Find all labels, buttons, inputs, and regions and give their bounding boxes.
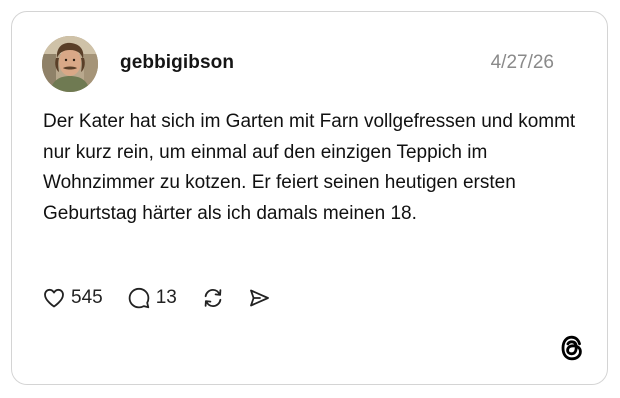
repost-icon — [204, 288, 222, 308]
username[interactable]: gebbigibson — [120, 52, 234, 74]
comment-bubble-icon — [128, 287, 150, 309]
post-date: 4/27/26 — [490, 52, 554, 73]
avatar[interactable] — [42, 36, 98, 92]
reply-button[interactable]: 13 — [127, 286, 177, 310]
like-count: 545 — [71, 287, 103, 308]
post-card: gebbigibson 4/27/26 Der Kater hat sich i… — [11, 11, 608, 385]
send-icon — [249, 289, 269, 307]
repost-button[interactable] — [201, 286, 225, 310]
heart-icon — [44, 288, 64, 308]
avatar-photo — [42, 36, 98, 92]
share-button[interactable] — [247, 286, 271, 310]
reply-count: 13 — [155, 287, 177, 308]
threads-logo-icon — [561, 335, 582, 361]
like-button[interactable]: 545 — [42, 286, 103, 310]
action-bar: 545 13 — [42, 284, 271, 312]
post-text: Der Kater hat sich im Garten mit Farn vo… — [43, 111, 576, 224]
